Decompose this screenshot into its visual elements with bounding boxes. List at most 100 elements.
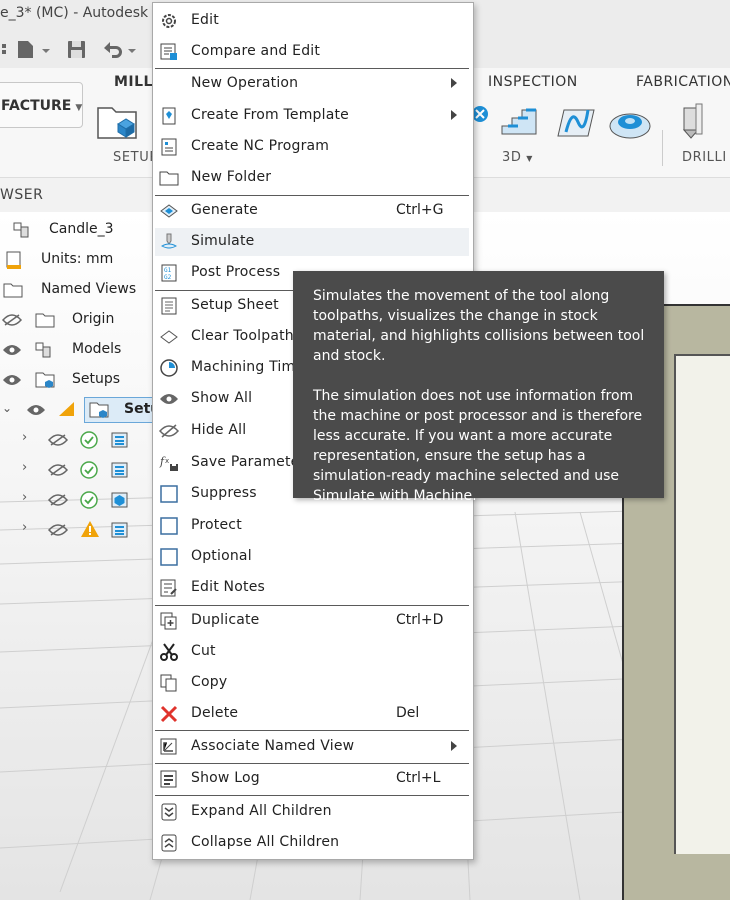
check-circle-icon <box>80 461 98 479</box>
toolpath-operation-icon <box>111 462 128 478</box>
toolpath-operation-icon <box>111 432 128 448</box>
menu-item-protect[interactable]: Protect <box>153 512 473 540</box>
scallop-icon[interactable] <box>554 102 598 142</box>
document-settings-icon <box>6 251 21 269</box>
menu-item-shortcut: Ctrl+L <box>396 770 441 786</box>
workspace-switcher[interactable]: FACTURE ▼ <box>0 82 83 128</box>
menu-separator <box>155 795 469 796</box>
menu-item-new-operation[interactable]: New Operation <box>153 70 473 98</box>
tab-fabrication[interactable]: FABRICATION <box>636 74 730 90</box>
browser-item-setup-selected[interactable]: ⌄ Setu <box>0 396 160 424</box>
menu-item-cut[interactable]: Cut <box>153 638 473 666</box>
steep-shallow-icon[interactable] <box>498 102 542 142</box>
eye-hidden-icon <box>159 424 179 438</box>
pocket-3d-icon[interactable] <box>608 104 652 140</box>
compare-edit-icon <box>160 43 177 60</box>
check-circle-icon <box>80 491 98 509</box>
log-icon <box>160 770 177 788</box>
setup-folder-icon[interactable] <box>96 102 140 142</box>
adaptive-toolpath-icon[interactable] <box>472 104 490 126</box>
clock-icon <box>160 359 178 377</box>
menu-item-simulate[interactable]: Simulate <box>155 228 469 256</box>
chevron-right-icon[interactable]: › <box>22 520 27 535</box>
browser-item-label: Setups <box>72 371 121 387</box>
folder-icon <box>35 313 55 328</box>
setup-folder-icon <box>89 402 109 418</box>
undo-icon[interactable] <box>100 38 140 60</box>
browser-item-named-views[interactable]: Named Views <box>0 276 160 304</box>
menu-item-label: Compare and Edit <box>191 43 321 59</box>
menu-item-label: Generate <box>191 202 258 218</box>
browser-item-label: Origin <box>72 311 115 327</box>
eye-hidden-icon[interactable] <box>48 524 68 536</box>
nc-program-icon <box>161 138 177 156</box>
browser-operation-row[interactable]: › <box>0 456 160 484</box>
menu-item-label: Associate Named View <box>191 738 355 754</box>
menu-item-generate[interactable]: Generate Ctrl+G <box>153 197 473 225</box>
menu-item-edit-notes[interactable]: Edit Notes <box>153 574 473 602</box>
menu-item-copy[interactable]: Copy <box>153 669 473 697</box>
menu-item-new-folder[interactable]: New Folder <box>153 164 473 192</box>
chevron-right-icon[interactable]: › <box>22 460 27 475</box>
menu-item-duplicate[interactable]: Duplicate Ctrl+D <box>153 607 473 635</box>
menu-item-delete[interactable]: Delete Del <box>153 700 473 728</box>
browser-item-label: Candle_3 <box>49 221 114 237</box>
menu-separator <box>155 68 469 69</box>
eye-visible-icon[interactable] <box>2 374 22 386</box>
eye-hidden-icon[interactable] <box>48 464 68 476</box>
menu-item-collapse-all-children[interactable]: Collapse All Children <box>153 829 473 857</box>
eye-hidden-icon[interactable] <box>48 434 68 446</box>
file-menu-icon[interactable] <box>16 38 52 60</box>
eye-visible-icon[interactable] <box>2 344 22 356</box>
menu-item-label: Simulate <box>191 233 255 249</box>
menu-item-label: New Operation <box>191 75 299 91</box>
tab-inspection[interactable]: INSPECTION <box>488 74 578 90</box>
browser-item-document[interactable]: Candle_3 <box>0 216 160 244</box>
setup-folder-icon <box>35 372 55 388</box>
submenu-arrow-icon <box>451 741 457 751</box>
menu-item-associate-named-view[interactable]: Associate Named View <box>153 733 473 761</box>
svg-text:G1: G1 <box>164 267 172 274</box>
menu-item-show-log[interactable]: Show Log Ctrl+L <box>153 765 473 793</box>
chevron-right-icon[interactable]: › <box>22 490 27 505</box>
chevron-right-icon[interactable]: › <box>22 430 27 445</box>
copy-icon <box>160 674 177 692</box>
menu-item-create-from-template[interactable]: Create From Template <box>153 102 473 130</box>
browser-item-units[interactable]: Units: mm <box>0 246 160 274</box>
tab-milling[interactable]: MILL <box>114 74 153 90</box>
menu-item-compare-edit[interactable]: Compare and Edit <box>153 38 473 66</box>
duplicate-icon <box>160 612 177 630</box>
eye-hidden-icon[interactable] <box>2 314 22 326</box>
eye-visible-icon[interactable] <box>26 404 46 416</box>
browser-header: WSER <box>0 180 160 210</box>
grid-menu-icon[interactable] <box>0 38 8 60</box>
menu-item-label: Expand All Children <box>191 803 332 819</box>
browser-title: WSER <box>0 187 44 203</box>
group-3d-label[interactable]: 3D ▼ <box>502 150 533 165</box>
drilling-icon[interactable] <box>676 102 716 142</box>
menu-item-label: Create From Template <box>191 107 349 123</box>
chevron-down-icon[interactable]: ⌄ <box>2 401 12 415</box>
menu-item-label: Protect <box>191 517 242 533</box>
menu-item-expand-all-children[interactable]: Expand All Children <box>153 798 473 826</box>
browser-operation-row[interactable]: › <box>0 426 160 454</box>
notes-icon <box>160 579 177 597</box>
browser-item-models[interactable]: Models <box>0 336 160 364</box>
browser-operation-row[interactable]: › <box>0 486 160 514</box>
browser-item-origin[interactable]: Origin <box>0 306 160 334</box>
clear-toolpath-icon <box>160 330 178 344</box>
expand-all-icon <box>161 803 177 821</box>
window-title: e_3* (MC) - Autodesk Fu <box>0 5 169 21</box>
browser-operation-row[interactable]: › <box>0 516 160 544</box>
scissors-icon <box>160 643 178 661</box>
menu-item-optional[interactable]: Optional <box>153 543 473 571</box>
caret-down-icon: ▼ <box>526 154 533 163</box>
menu-item-label: Clear Toolpath <box>191 328 294 344</box>
menu-item-create-nc-program[interactable]: Create NC Program <box>153 133 473 161</box>
menu-item-label: Edit <box>191 12 219 28</box>
menu-item-edit[interactable]: Edit <box>153 7 473 35</box>
save-icon[interactable] <box>66 38 88 60</box>
eye-hidden-icon[interactable] <box>48 494 68 506</box>
browser-item-setups[interactable]: Setups <box>0 366 160 394</box>
browser-item-label: Named Views <box>41 281 137 297</box>
